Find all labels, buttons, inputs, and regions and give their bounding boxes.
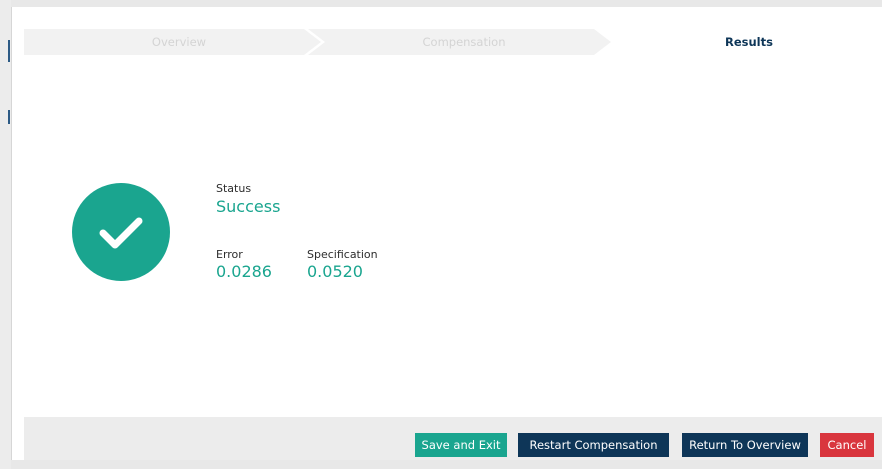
edge-marker [8, 110, 10, 124]
status-label: Status [216, 182, 252, 195]
step-compensation[interactable]: Compensation [379, 35, 549, 49]
status-value: Success [216, 197, 281, 216]
step-results[interactable]: Results [674, 35, 824, 49]
check-icon [99, 217, 143, 249]
save-and-exit-button[interactable]: Save and Exit [415, 433, 507, 457]
background-window-edge [0, 0, 11, 469]
step-overview[interactable]: Overview [124, 35, 234, 49]
restart-compensation-button[interactable]: Restart Compensation [518, 433, 669, 457]
cancel-button[interactable]: Cancel [820, 433, 874, 457]
wizard-steps: Overview Compensation Results [24, 29, 882, 55]
specification-label: Specification [307, 248, 378, 261]
error-label: Error [216, 248, 243, 261]
edge-marker [8, 40, 10, 62]
return-to-overview-button[interactable]: Return To Overview [682, 433, 808, 457]
compensation-results-dialog: Overview Compensation Results Status Suc… [11, 7, 882, 460]
specification-value: 0.0520 [307, 262, 363, 281]
dialog-footer: Save and Exit Restart Compensation Retur… [24, 417, 882, 460]
success-badge [72, 183, 170, 281]
error-value: 0.0286 [216, 262, 272, 281]
